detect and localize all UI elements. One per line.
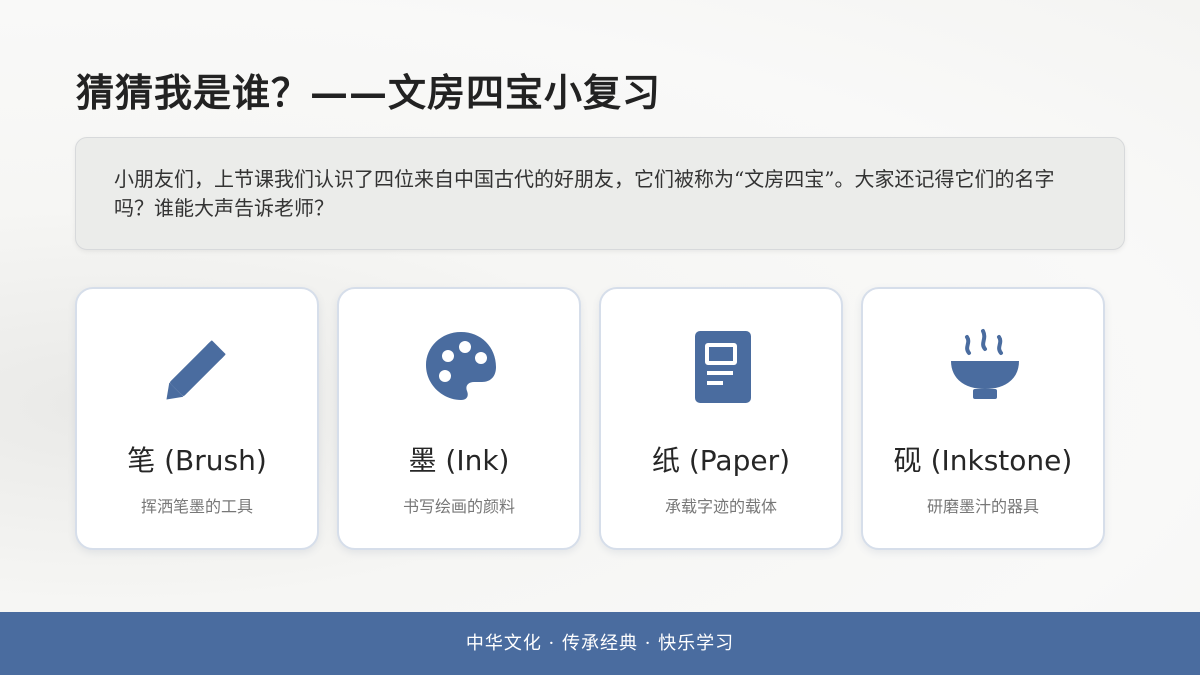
card-brush[interactable]: 笔 (Brush) 挥洒笔墨的工具 — [75, 287, 319, 550]
card-inkstone-name: 砚 (Inkstone) — [893, 444, 1073, 477]
card-ink[interactable]: 墨 (Ink) 书写绘画的颜料 — [337, 287, 581, 550]
document-icon — [695, 331, 751, 403]
intro-text: 小朋友们，上节课我们认识了四位来自中国古代的好朋友，它们被称为“文房四宝”。大家… — [114, 167, 1055, 220]
pencil-icon — [166, 340, 226, 400]
intro-text-box: 小朋友们，上节课我们认识了四位来自中国古代的好朋友，它们被称为“文房四宝”。大家… — [75, 137, 1125, 250]
footer-text: 中华文化 · 传承经典 · 快乐学习 — [465, 633, 735, 654]
card-inkstone[interactable]: 砚 (Inkstone) 研磨墨汁的器具 — [861, 287, 1105, 550]
card-paper-desc: 承载字迹的载体 — [664, 497, 777, 516]
card-ink-desc: 书写绘画的颜料 — [402, 497, 515, 516]
footer-banner: 中华文化 · 传承经典 · 快乐学习 — [0, 612, 1200, 675]
card-brush-desc: 挥洒笔墨的工具 — [140, 497, 253, 516]
card-brush-name: 笔 (Brush) — [127, 444, 267, 477]
card-paper-name: 纸 (Paper) — [651, 444, 791, 477]
steaming-bowl-icon — [951, 329, 1019, 399]
card-inkstone-desc: 研磨墨汁的器具 — [926, 497, 1039, 516]
page-title: 猜猜我是谁？——文房四宝小复习 — [76, 70, 662, 115]
card-paper[interactable]: 纸 (Paper) 承载字迹的载体 — [599, 287, 843, 550]
card-ink-name: 墨 (Ink) — [408, 444, 510, 477]
palette-icon — [426, 332, 496, 400]
